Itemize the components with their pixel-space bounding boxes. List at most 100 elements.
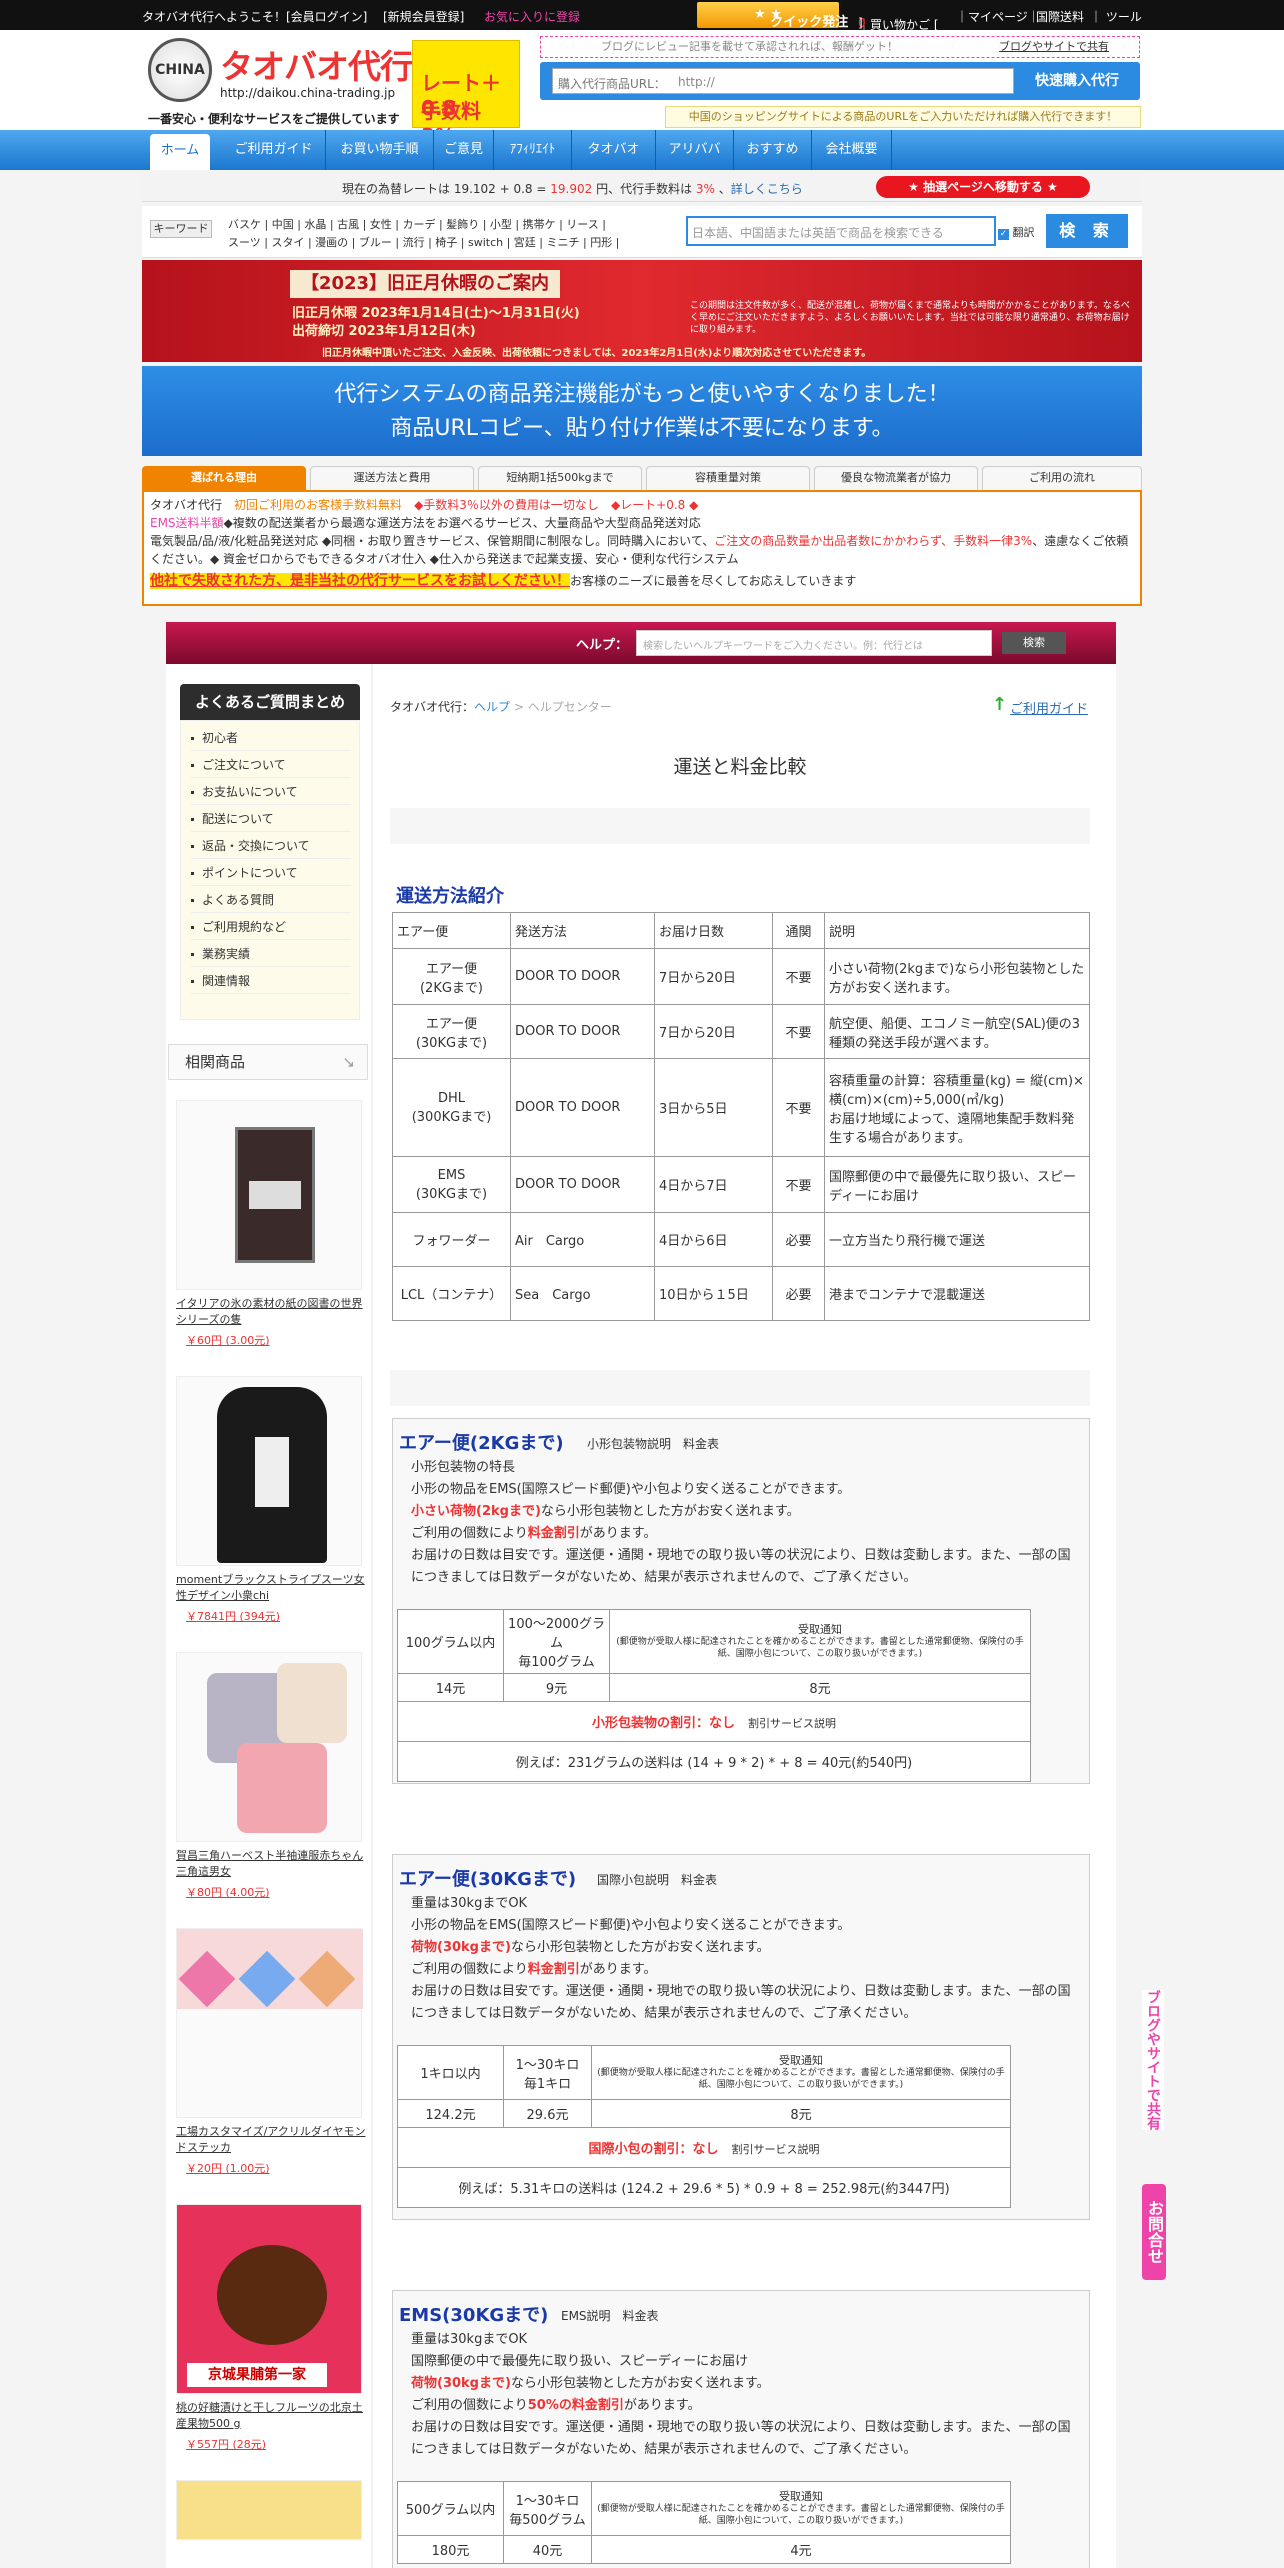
fee-table: 500グラム以内 1～30キロ 毎500グラム 受取通知 (郵便物が受取人様に配達され… <box>397 2481 1011 2564</box>
rate-promo-badge: レート＋0.8 手数料 3% <box>412 40 520 148</box>
nav-recommend[interactable]: おすすめ <box>734 130 812 170</box>
fee-subtitle[interactable]: EMS説明 料金表 <box>561 2307 659 2324</box>
tab-volume[interactable]: 容積重量対策 <box>646 466 810 490</box>
related-title: 相関商品 ↘ <box>168 1044 368 1080</box>
product-image[interactable] <box>176 1100 362 1290</box>
fee-section-air30kg: エアー便(30KGまで) 国際小包説明 料金表 重量は30kgまでOK 小形の物… <box>392 1854 1090 2220</box>
nav-home[interactable]: ホーム <box>150 134 210 170</box>
product-image[interactable] <box>176 1652 362 1842</box>
translate-checkbox[interactable]: ✓ 翻訳 <box>998 224 1035 240</box>
sidebar-item-delivery[interactable]: 配送について <box>191 806 351 832</box>
logo-title[interactable]: タオバオ代行 <box>220 40 413 88</box>
product-price: ￥80円 (4.00元) <box>186 1886 270 1899</box>
sidebar-item-returns[interactable]: 返品・交換について <box>191 833 351 859</box>
keyword-list-2[interactable]: スーツ | スタイ | 漫画の | ブルー | 流行 | 椅子 | switch… <box>228 234 619 250</box>
breadcrumb-help[interactable]: ヘルプ <box>474 700 510 714</box>
register-link[interactable]: [新規会員登録] <box>383 8 464 25</box>
section-bar <box>390 808 1090 844</box>
fee-subtitle[interactable]: 小形包装物説明 料金表 <box>587 1435 719 1452</box>
help-search-input[interactable]: 検索したいヘルプキーワードをご入力ください。例：代行とは <box>636 630 992 656</box>
faq-list: 初心者 ご注文について お支払いについて 配送について 返品・交換について ポイ… <box>180 720 360 1020</box>
product-name[interactable]: 賀昌三角ハーベスト半袖連服赤ちゃん三角這男女 <box>176 1848 366 1880</box>
table-cell: Sea Cargo <box>510 1266 655 1321</box>
product-name[interactable]: momentブラックストライプスーツ女性デザイン小衆chi <box>176 1572 366 1604</box>
fee-subtitle[interactable]: 国際小包説明 料金表 <box>597 1871 717 1888</box>
reasons-panel: タオバオ代行 初回ご利用のお客様手数料無料 ◆手数料3％以外の費用は一切なし ◆… <box>142 490 1142 606</box>
nav-taobao[interactable]: タオバオ <box>572 130 656 170</box>
table-cell: 必要 <box>772 1266 825 1321</box>
mypage-link[interactable]: ｜マイページ｜ <box>956 8 1040 25</box>
sidebar-item-related[interactable]: 関連情報 <box>191 968 351 994</box>
table-cell: 不要 <box>772 1004 825 1059</box>
banner-bottom: 旧正月休暇中頂いたご注文、入金反映、出荷依頼につきましては、2023年2月1日(… <box>322 348 872 359</box>
tab-bulk[interactable]: 短納期1括500kgまで <box>478 466 642 490</box>
rate-detail-link[interactable]: 詳しくこちら <box>731 182 803 196</box>
quick-order-button[interactable]: ★ クイック発注 ★ <box>697 2 848 30</box>
table-header: 説明 <box>824 912 1090 949</box>
logo-emblem[interactable]: CHINA <box>148 38 212 102</box>
table-cell: 必要 <box>772 1212 825 1267</box>
table-cell: 航空便、船便、エコノミー航空(SAL)便の3種類の発送手段が選べます。 <box>824 1004 1090 1059</box>
tab-partners[interactable]: 優良な物流業者が協力 <box>814 466 978 490</box>
product-image[interactable]: 京城果脯第一家 <box>176 2204 362 2394</box>
table-cell: 10日から１5日 <box>654 1266 773 1321</box>
tab-reasons[interactable]: 選ばれる理由 <box>142 466 306 490</box>
product-price: ￥557円 (28元) <box>186 2438 267 2451</box>
quick-purchase-button[interactable]: 快速購入代行 <box>1018 66 1136 96</box>
nav-feedback[interactable]: ご意見 <box>434 130 494 170</box>
table-cell: 4日から7日 <box>654 1156 773 1213</box>
blog-share-link[interactable]: ブログやサイトで共有 <box>999 37 1109 57</box>
banner2-line2: 商品URLコピー、貼り付け作業は不要になります。 <box>390 416 894 441</box>
share-float-button[interactable]: ブログやサイトで共有 <box>1142 1990 1164 2130</box>
product-image[interactable] <box>176 1928 363 2118</box>
new-year-banner[interactable]: 【2023】旧正月休暇のご案内 旧正月休暇 2023年1月14日(土)〜1月31… <box>142 260 1142 362</box>
tools-link[interactable]: ｜ ツール <box>1090 8 1142 25</box>
faq-title: よくあるご質問まとめ <box>180 684 360 720</box>
welcome-text[interactable]: タオバオ代行へようこそ！[会員ログイン] <box>142 8 367 25</box>
table-cell: EMS (30KGまで) <box>392 1156 511 1213</box>
table-header-row: エアー便 発送方法 お届け日数 通関 説明 <box>392 912 1090 949</box>
intl-fee-link[interactable]: 国際送料 <box>1036 8 1084 25</box>
breadcrumb: タオバオ代行：ヘルプ > ヘルプセンター <box>390 700 612 714</box>
product-name[interactable]: イタリアの氷の素材の紙の図書の世界シリーズの隻 <box>176 1296 366 1328</box>
product-image[interactable] <box>176 1376 362 1566</box>
nav-steps[interactable]: お買い物手順 <box>326 130 434 170</box>
fee-title: エアー便(30KGまで) <box>399 1869 577 1890</box>
nav-affiliate[interactable]: ｱﾌｨﾘｴｲﾄ <box>494 130 572 170</box>
sidebar-item-terms[interactable]: ご利用規約など <box>191 914 351 940</box>
product-name[interactable]: 工場カスタマイズ/アクリルダイヤモンドステッカ <box>176 2124 366 2156</box>
table-cell: 4日から6日 <box>654 1212 773 1267</box>
table-cell: DOOR TO DOOR <box>510 1004 655 1059</box>
product-image[interactable] <box>176 2480 362 2540</box>
search-button[interactable]: 検 索 <box>1046 214 1128 248</box>
sidebar-item-faq[interactable]: よくある質問 <box>191 887 351 913</box>
table-cell: 7日から20日 <box>654 1004 773 1059</box>
lottery-button[interactable]: ★ 抽選ページへ移動する ★ <box>876 176 1090 198</box>
sidebar-item-beginner[interactable]: 初心者 <box>191 725 351 751</box>
banner-heading: 【2023】旧正月休暇のご案内 <box>290 270 560 298</box>
product-search-input[interactable]: 日本語、中国語または英語で商品を検索できる <box>686 216 996 246</box>
contact-float-button[interactable]: お問合せ <box>1142 2184 1166 2280</box>
sidebar-item-points[interactable]: ポイントについて <box>191 860 351 886</box>
system-update-banner[interactable]: 代行システムの商品発注機能がもっと使いやすくなりました！ 商品URLコピー、貼り… <box>142 366 1142 456</box>
sidebar-item-payment[interactable]: お支払いについて <box>191 779 351 805</box>
sidebar-item-results[interactable]: 業務実績 <box>191 941 351 967</box>
nav-company[interactable]: 会社概要 <box>812 130 892 170</box>
help-search-button[interactable]: 検索 <box>1002 632 1066 654</box>
tab-shipping[interactable]: 運送方法と費用 <box>310 466 474 490</box>
keyword-label: キーワード <box>150 220 212 238</box>
table-row: EMS (30KGまで) DOOR TO DOOR 4日から7日 不要 国際郵便の中で最… <box>392 1156 1090 1213</box>
table-cell: DHL (300KGまで) <box>392 1058 511 1157</box>
check-icon: ✓ <box>998 229 1009 240</box>
product-name[interactable]: 桃の好糖漬けと干しフルーツの北京土産果物500 g <box>176 2400 366 2432</box>
rate-text: 現在の為替レートは 19.102 + 0.8 = 19.902 円、代行手数料は… <box>342 182 803 196</box>
sidebar-item-order[interactable]: ご注文について <box>191 752 351 778</box>
keyword-list-1[interactable]: バスケ | 中国 | 水晶 | 古風 | 女性 | カーデ | 髪飾り | 小型… <box>228 216 606 232</box>
guide-link[interactable]: ご利用ガイド <box>1010 698 1088 717</box>
logo-url: http://daikou.china-trading.jp <box>220 86 396 100</box>
tab-flow[interactable]: ご利用の流れ <box>982 466 1142 490</box>
nav-guide[interactable]: ご利用ガイド <box>222 130 326 170</box>
nav-alibaba[interactable]: アリババ <box>656 130 734 170</box>
favorite-link[interactable]: お気に入りに登録 <box>484 8 580 25</box>
help-label: ヘルプ： <box>576 638 629 653</box>
